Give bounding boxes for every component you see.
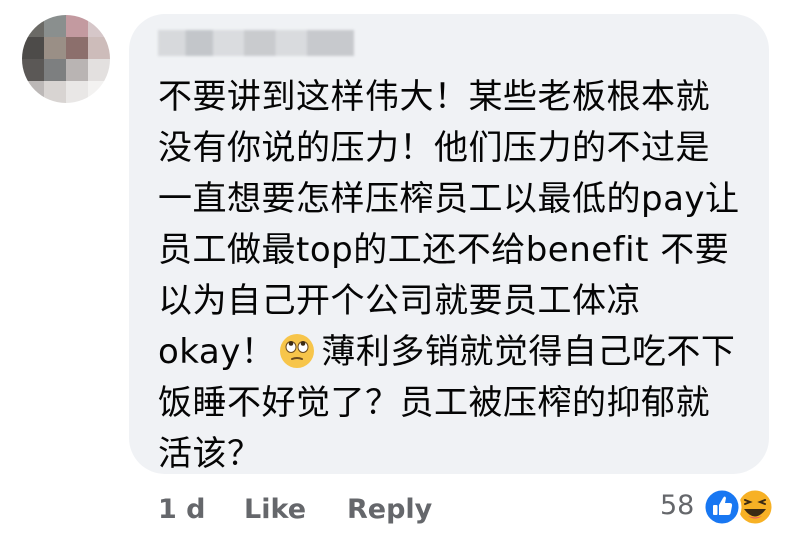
like-reaction-icon bbox=[702, 487, 742, 527]
rolling-eyes-emoji-icon bbox=[280, 334, 315, 368]
comment-author-name[interactable]: ████████ bbox=[158, 30, 354, 56]
like-button[interactable]: Like bbox=[244, 494, 306, 525]
comment-segment: okay！ bbox=[158, 332, 276, 372]
haha-reaction-icon bbox=[735, 487, 775, 527]
reaction-count[interactable]: 58 bbox=[660, 490, 694, 521]
comment-text: 不要讲到这样伟大！某些老板根本就 没有你说的压力！他们压力的不过是 一直想要怎样… bbox=[158, 72, 768, 480]
comment-line: 饭睡不好觉了？员工被压榨的抑郁就 bbox=[158, 383, 710, 423]
comment-line: okay！ 薄利多销就觉得自己吃不下 bbox=[158, 327, 768, 378]
comment-line: 活该？ bbox=[158, 434, 262, 474]
comment-line: 员工做最top的工还不给benefit 不要 bbox=[158, 230, 730, 270]
comment-line: 一直想要怎样压榨员工以最低的pay让 bbox=[158, 179, 740, 219]
avatar[interactable] bbox=[22, 15, 110, 103]
reaction-icons[interactable] bbox=[700, 486, 780, 530]
comment-timestamp[interactable]: 1 d bbox=[158, 494, 206, 525]
comment-line: 没有你说的压力！他们压力的不过是 bbox=[158, 128, 710, 168]
comment-segment: 薄利多销就觉得自己吃不下 bbox=[321, 332, 736, 372]
comment-line: 以为自己开个公司就要员工体凉 bbox=[158, 281, 641, 321]
comment-line: 不要讲到这样伟大！某些老板根本就 bbox=[158, 77, 710, 117]
reply-button[interactable]: Reply bbox=[347, 494, 432, 525]
